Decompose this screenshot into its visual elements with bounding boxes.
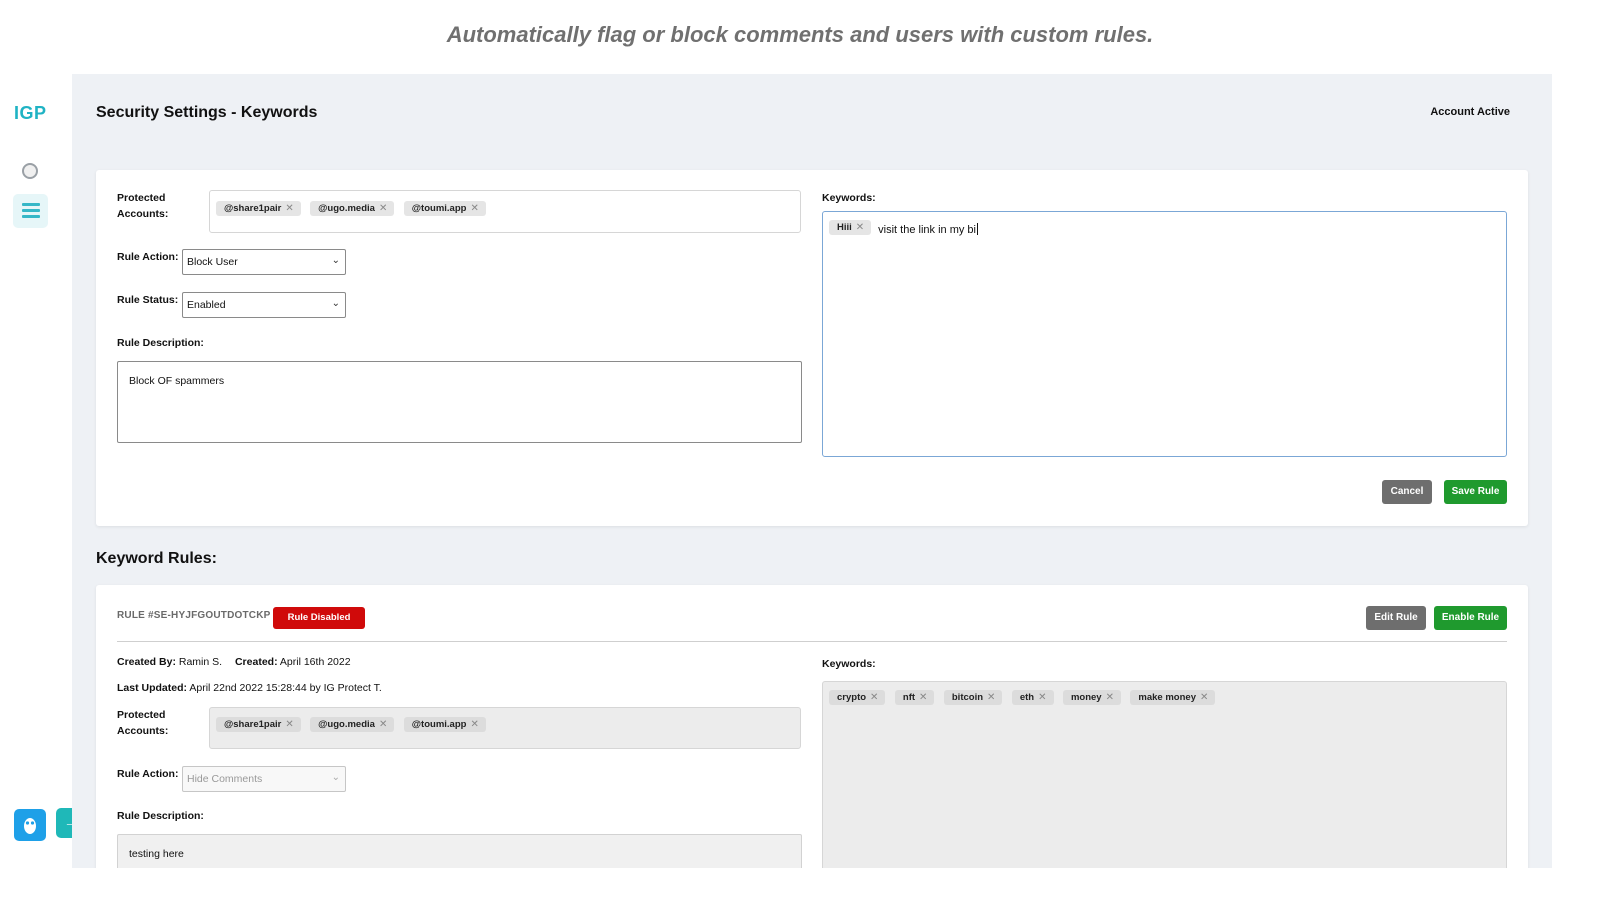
account-tag: @ugo.media ✕ [310, 717, 395, 732]
remove-tag-icon: ✕ [919, 692, 928, 703]
divider [117, 641, 1507, 642]
protected-accounts-label: Protected Accounts: [117, 192, 169, 220]
rule-action-label: Rule Action: [117, 251, 179, 263]
keyword-tag: make money ✕ [1130, 690, 1216, 705]
rule-card: RULE #SE-HYJFGOUTDOTCKP Rule Disabled Ed… [96, 585, 1528, 868]
rule-description-label: Rule Description: [117, 337, 204, 349]
keywords-label: Keywords: [822, 192, 876, 204]
account-tag[interactable]: @share1pair ✕ [216, 201, 301, 216]
page-title: Security Settings - Keywords [96, 104, 318, 121]
remove-tag-icon: ✕ [378, 719, 388, 730]
save-rule-button[interactable]: Save Rule [1444, 480, 1507, 504]
rule-action-select[interactable]: Block User ⌄ [182, 249, 346, 275]
enable-rule-button[interactable]: Enable Rule [1434, 606, 1507, 630]
keyword-text-entry[interactable]: visit the link in my bi [878, 223, 976, 238]
remove-tag-icon: ✕ [470, 719, 479, 730]
protected-accounts-label: Protected Accounts: [117, 709, 169, 737]
rule-description-textarea[interactable]: Block OF spammers [117, 361, 802, 443]
keyword-tag: nft ✕ [894, 690, 935, 705]
keyword-tag: bitcoin ✕ [943, 690, 1003, 705]
keywords-readonly: crypto ✕ nft ✕ bitcoin ✕ eth ✕ money ✕ make m… [822, 681, 1507, 868]
rule-action-select-disabled: Hide Comments ⌄ [182, 766, 346, 792]
created-by-meta: Created By: Ramin S. Created: April 16th… [117, 656, 351, 668]
protected-accounts-readonly: @share1pair ✕ @ugo.media ✕ @toumi.app ✕ [209, 707, 801, 749]
keyword-rules-heading: Keyword Rules: [96, 550, 217, 567]
keyword-tag[interactable]: Hiii ✕ [829, 220, 872, 235]
cancel-button[interactable]: Cancel [1382, 480, 1432, 504]
text-caret [976, 222, 978, 235]
remove-tag-icon: ✕ [285, 719, 294, 730]
chevron-down-icon: ⌄ [331, 255, 340, 266]
remove-tag-icon: ✕ [987, 692, 996, 703]
protected-accounts-input[interactable]: @share1pair ✕ @ugo.media ✕ @toumi.app ✕ [209, 190, 801, 233]
keyword-tag: money ✕ [1062, 690, 1121, 705]
remove-tag-icon[interactable]: ✕ [285, 203, 293, 214]
account-tag: @share1pair ✕ [216, 717, 301, 732]
rule-description-label: Rule Description: [117, 810, 204, 822]
rule-id: RULE #SE-HYJFGOUTDOTCKP [117, 610, 271, 621]
menu-icon[interactable] [13, 194, 48, 228]
remove-tag-icon: ✕ [1199, 692, 1209, 703]
chevron-down-icon: ⌄ [331, 298, 340, 309]
page-caption: Automatically flag or block comments and… [446, 22, 1154, 47]
main-content: Security Settings - Keywords Account Act… [72, 74, 1552, 868]
remove-tag-icon[interactable]: ✕ [470, 203, 478, 214]
account-tag[interactable]: @toumi.app ✕ [403, 201, 486, 216]
keyword-tag: eth ✕ [1011, 690, 1054, 705]
rule-action-label: Rule Action: [117, 768, 179, 780]
rule-description-readonly: testing here [117, 834, 802, 868]
last-updated-meta: Last Updated: April 22nd 2022 15:28:44 b… [117, 682, 382, 694]
account-tag[interactable]: @ugo.media ✕ [310, 201, 395, 216]
remove-tag-icon: ✕ [870, 692, 879, 703]
edit-rule-button[interactable]: Edit Rule [1366, 606, 1426, 630]
account-status: Account Active [1430, 106, 1510, 118]
keyword-tag: crypto ✕ [829, 690, 886, 705]
account-tag: @toumi.app ✕ [403, 717, 486, 732]
rule-status-label: Rule Status: [117, 294, 179, 306]
keywords-label: Keywords: [822, 658, 876, 670]
remove-tag-icon[interactable]: ✕ [379, 203, 387, 214]
remove-tag-icon: ✕ [1038, 692, 1047, 703]
circle-icon[interactable] [22, 163, 38, 179]
chevron-down-icon: ⌄ [331, 772, 340, 783]
owl-icon[interactable] [14, 809, 46, 841]
rule-disabled-badge: Rule Disabled [273, 607, 365, 629]
rule-editor-card: Protected Accounts: @share1pair ✕ @ugo.med… [96, 170, 1528, 526]
remove-tag-icon: ✕ [1105, 692, 1114, 703]
app-logo[interactable]: IGP [14, 103, 47, 124]
rule-status-select[interactable]: Enabled ⌄ [182, 292, 346, 318]
remove-tag-icon[interactable]: ✕ [856, 222, 864, 233]
keywords-input[interactable]: Hiii ✕ visit the link in my bi [822, 211, 1507, 457]
